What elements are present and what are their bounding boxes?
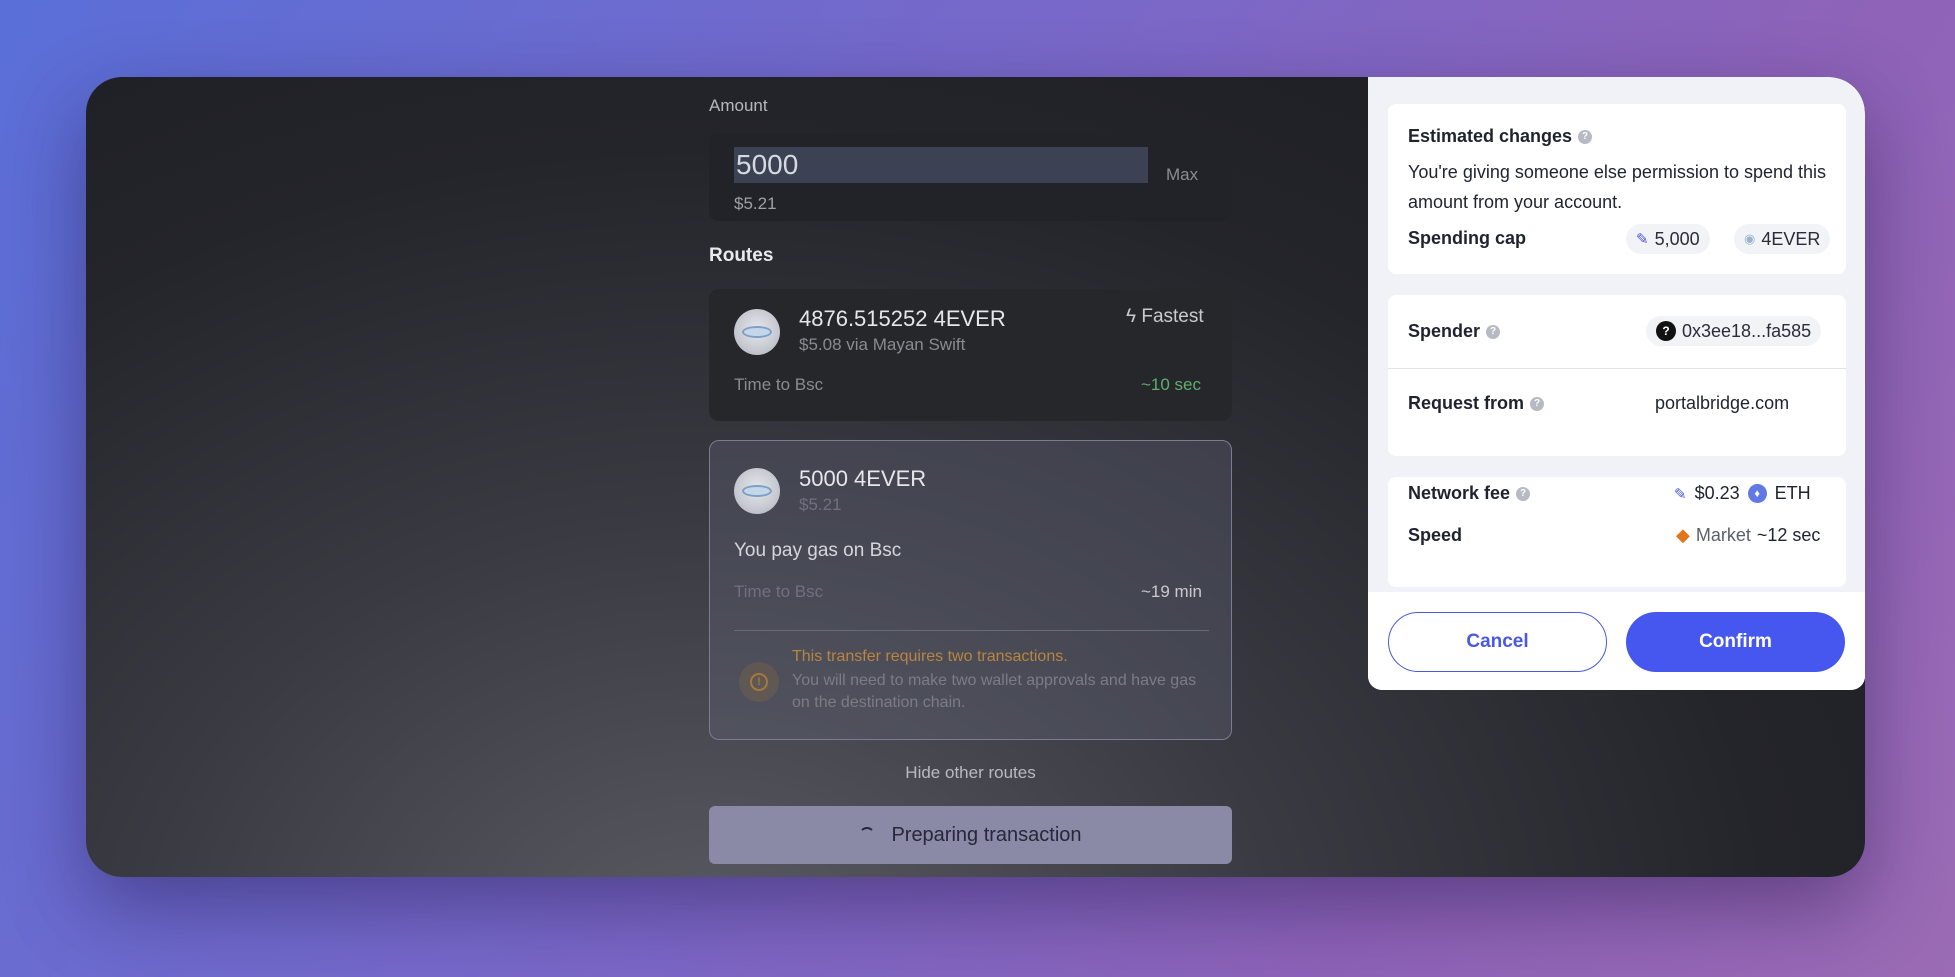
max-button[interactable]: Max	[1166, 165, 1198, 185]
question-icon: ?	[1656, 321, 1676, 341]
route2-title: 5000 4EVER	[799, 466, 927, 491]
fastest-label: Fastest	[1141, 306, 1204, 327]
app-window: Amount 5000 Max $5.21 Routes 4876.515252…	[86, 77, 1865, 877]
spender-address: 0x3ee18...fa585	[1682, 320, 1812, 341]
spending-cap-token: 4EVER	[1761, 228, 1821, 249]
route2-subtitle: $5.21	[799, 495, 842, 514]
spender-label: Spender	[1408, 321, 1481, 341]
warning-body: You will need to make two wallet approva…	[792, 672, 1197, 711]
amount-label: Amount	[709, 96, 768, 115]
cancel-button[interactable]: Cancel	[1388, 612, 1607, 672]
amount-input[interactable]: 5000	[734, 147, 1148, 183]
metamask-fox-icon: ◆	[1676, 525, 1690, 545]
spender-address-chip[interactable]: ? 0x3ee18...fa585	[1646, 316, 1822, 346]
divider	[1388, 368, 1846, 369]
help-icon[interactable]: ?	[1516, 487, 1531, 502]
request-from-label: Request from	[1408, 393, 1525, 413]
route1-title: 4876.515252 4EVER	[799, 306, 1006, 331]
route2-time-value: ~19 min	[1141, 582, 1202, 601]
spender-label-wrap: Spender?	[1408, 321, 1501, 342]
spinner-icon	[859, 827, 876, 843]
route2-time-label: Time to Bsc	[734, 582, 824, 601]
help-icon[interactable]: ?	[1578, 130, 1593, 145]
preparing-label: Preparing transaction	[891, 823, 1082, 846]
estimated-changes-body: You're giving someone else permission to…	[1408, 162, 1827, 212]
network-fee-label: Network fee	[1408, 483, 1511, 503]
speed-label: Speed	[1408, 525, 1463, 545]
divider	[734, 630, 1209, 631]
route1-time-label: Time to Bsc	[734, 375, 824, 394]
network-fee-token: ETH	[1774, 483, 1811, 503]
network-fee-label-row: Network fee?	[1408, 483, 1531, 504]
token-4ever-icon: ◉	[1744, 231, 1756, 246]
network-fee-value: $0.23	[1694, 483, 1740, 503]
estimated-changes-label: Estimated changes	[1408, 126, 1573, 146]
speed-value-row: ◆ Market ~12 sec	[1676, 525, 1820, 546]
amount-usd: $5.21	[734, 194, 777, 213]
fastest-badge: ϟ Fastest	[1126, 306, 1204, 328]
route1-time-value: ~10 sec	[1141, 375, 1202, 394]
route1-subtitle: $5.08 via Mayan Swift	[799, 335, 966, 354]
hide-routes-link[interactable]: Hide other routes	[709, 763, 1232, 783]
preparing-transaction-button[interactable]: Preparing transaction	[709, 806, 1232, 864]
request-from-value: portalbridge.com	[1655, 393, 1790, 413]
request-from-label-wrap: Request from?	[1408, 393, 1545, 414]
speed-mode: Market	[1695, 525, 1751, 545]
routes-heading: Routes	[709, 245, 774, 266]
confirm-button[interactable]: Confirm	[1626, 612, 1845, 672]
network-fee-value-row[interactable]: ✎ $0.23 ♦ ETH	[1674, 483, 1811, 504]
wallet-popup: Estimated changes? You're giving someone…	[1368, 77, 1865, 690]
warning-icon: !	[739, 662, 779, 702]
estimated-changes-title: Estimated changes?	[1408, 126, 1593, 147]
token-4ever-icon	[734, 309, 780, 355]
lightning-icon: ϟ	[1126, 306, 1137, 327]
popup-footer: Cancel Confirm	[1368, 592, 1865, 690]
ethereum-icon: ♦	[1747, 484, 1767, 503]
pencil-icon: ✎	[1674, 485, 1687, 503]
pencil-icon: ✎	[1636, 231, 1649, 248]
pay-gas-note: You pay gas on Bsc	[734, 540, 902, 561]
spending-cap-chip[interactable]: ✎ 5,000	[1626, 224, 1710, 254]
token-4ever-icon	[734, 468, 780, 514]
warning-title: This transfer requires two transactions.	[792, 648, 1068, 665]
spending-cap-value: 5,000	[1654, 228, 1700, 249]
token-chip: ◉ 4EVER	[1734, 224, 1831, 254]
help-icon[interactable]: ?	[1486, 325, 1501, 340]
help-icon[interactable]: ?	[1530, 397, 1545, 412]
speed-time: ~12 sec	[1756, 525, 1821, 545]
spending-cap-label: Spending cap	[1408, 228, 1527, 248]
